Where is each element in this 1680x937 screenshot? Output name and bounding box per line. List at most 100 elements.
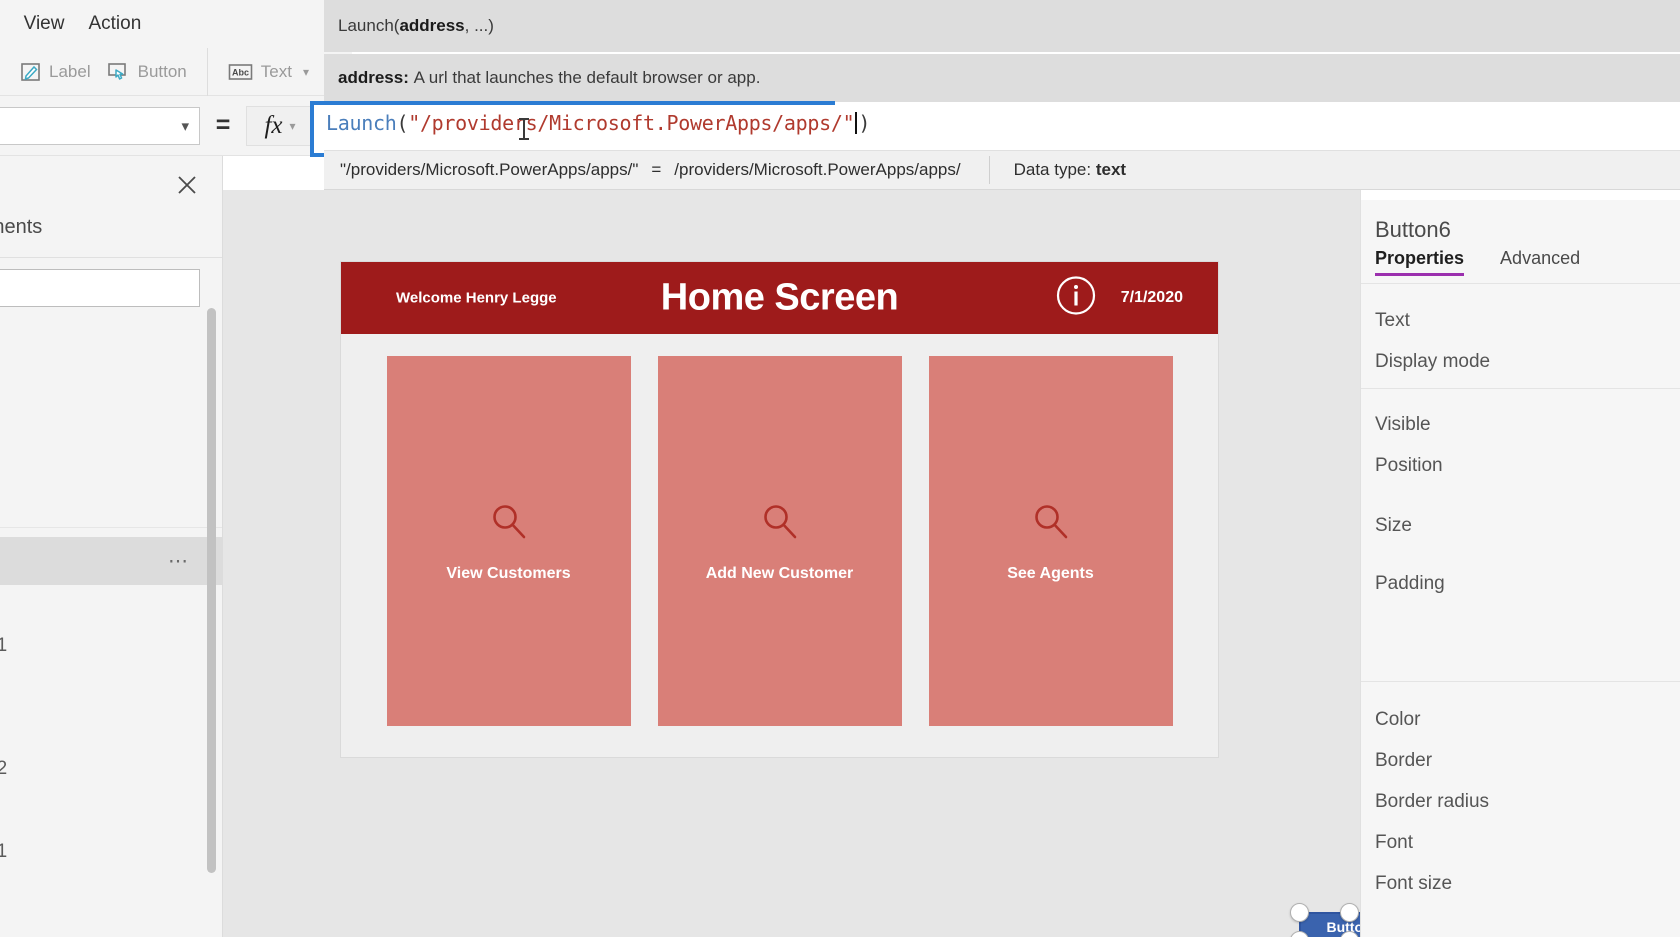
param-name: address: [338,68,409,87]
insert-label-text: Label [49,61,91,81]
property-row-text[interactable]: Text [1375,310,1410,332]
insert-text-button[interactable]: Abc Text ▾ [220,53,317,91]
tree-item[interactable]: _1 [0,631,222,661]
insert-button-button[interactable]: Button [99,53,195,91]
formula-input[interactable]: Launch("/providers/Microsoft.PowerApps/a… [314,105,870,153]
tree-item[interactable]: _1 [0,837,222,867]
property-row-color[interactable]: Color [1375,709,1420,731]
card-row: View Customers Add New Customer See Agen… [341,334,1218,757]
divider [0,527,222,528]
close-icon[interactable] [174,172,200,198]
selected-control-name: Button6 [1375,217,1451,242]
tree-item-label: _2 [0,758,7,780]
property-row-visible[interactable]: Visible [1375,414,1431,436]
property-dropdown[interactable]: ▾ [0,106,200,145]
text-abc-icon: Abc [228,62,254,82]
property-row-border-radius[interactable]: Border radius [1375,791,1489,813]
card-label: See Agents [1007,564,1094,582]
ribbon-group-controls: Label Button [0,48,207,96]
formula-open-paren: ( [396,111,409,135]
formula-signature-tooltip: Launch(address, ...) [324,0,1680,52]
card-label: View Customers [446,564,571,582]
formula-function-token: Launch [326,111,397,135]
menu-item-action[interactable]: Action [76,0,153,48]
scrollbar-thumb[interactable] [207,308,216,873]
property-row-padding[interactable]: Padding [1375,573,1445,595]
svg-text:Abc: Abc [232,67,249,77]
app-screen-preview: Welcome Henry Legge Home Screen 7/1/2020 [341,262,1218,757]
data-type-label: Data type: [1013,160,1092,179]
panel-top-spacer [1361,190,1680,200]
label-icon [20,61,42,83]
menu-item-view[interactable]: View [12,0,77,48]
search-icon [1029,500,1073,549]
divider [1361,388,1680,389]
tree-item-label: _1 [0,841,7,863]
search-input[interactable] [0,269,200,307]
insert-text-label: Text [260,61,292,81]
powerapps-studio-window: rt View Action Label [0,0,1680,937]
button-icon [107,61,131,83]
property-row-border[interactable]: Border [1375,750,1432,772]
resize-handle-top-left[interactable] [1290,903,1309,922]
fx-label: fx [264,111,283,139]
formula-result-expression-group: "/providers/Microsoft.PowerApps/apps/" =… [324,160,961,180]
result-value: /providers/Microsoft.PowerApps/apps/ [674,160,961,179]
ribbon-toolbar: Label Button Abc Text ▾ [0,47,352,96]
data-type-group: Data type: text [990,160,1126,180]
equals-sign: = [215,111,231,139]
result-equals: = [651,160,662,179]
property-bar: ▾ = fx ▾ [0,96,352,156]
tree-item[interactable]: n [0,478,222,508]
panel-title: nponents [0,216,43,238]
tree-item-label: _1 [0,635,7,657]
more-options-icon[interactable]: ⋯ [168,549,191,574]
formula-bar[interactable]: Launch("/providers/Microsoft.PowerApps/a… [310,101,870,157]
insert-label-button[interactable]: Label [12,53,99,91]
property-row-font-size[interactable]: Font size [1375,873,1452,895]
chevron-down-icon[interactable]: ▾ [303,65,309,79]
signature-prefix: Launch( [338,16,400,35]
app-header-bar: Welcome Henry Legge Home Screen 7/1/2020 [341,262,1218,334]
fx-button[interactable]: fx ▾ [246,105,314,146]
signature-param: address [399,16,465,35]
insert-button-text: Button [137,61,187,81]
param-description: A url that launches the default browser … [413,68,761,87]
result-expression: "/providers/Microsoft.PowerApps/apps/" [340,160,639,179]
card-add-new-customer[interactable]: Add New Customer [657,356,902,726]
property-row-position[interactable]: Position [1375,455,1443,477]
data-type-value: text [1095,160,1127,179]
tree-item-selected[interactable]: ⋯ [0,537,222,585]
tab-properties[interactable]: Properties [1375,248,1465,276]
properties-panel-tabs: Properties Advanced [1375,248,1580,276]
formula-close-paren: ) [858,111,871,135]
formula-result-bar: "/providers/Microsoft.PowerApps/apps/" =… [324,150,1680,190]
menu-bar: rt View Action [0,0,352,48]
date-label: 7/1/2020 [1120,289,1183,306]
chevron-down-icon: ▾ [289,118,296,133]
search-icon [487,500,531,549]
app-canvas-area: Welcome Henry Legge Home Screen 7/1/2020 [223,190,1409,937]
tree-view-panel: nponents n ⋯ _1 _2 _1 1 le1_1 [0,156,223,937]
tab-advanced[interactable]: Advanced [1500,248,1580,276]
card-label: Add New Customer [705,564,854,582]
info-circle-icon[interactable] [1055,275,1097,322]
divider [0,257,222,258]
card-view-customers[interactable]: View Customers [386,356,631,726]
formula-string-token: "/providers/Microsoft.PowerApps/apps/" [408,111,855,135]
tree-item[interactable]: _2 [0,754,222,784]
chevron-down-icon: ▾ [181,117,189,135]
property-row-font[interactable]: Font [1375,832,1413,854]
search-icon [758,500,802,549]
divider [1361,283,1680,284]
ribbon-group-text: Abc Text ▾ [206,47,329,96]
formula-param-description: address: A url that launches the default… [324,54,1680,102]
card-see-agents[interactable]: See Agents [928,356,1173,726]
signature-suffix: , ...) [464,16,494,35]
property-row-size[interactable]: Size [1375,515,1412,537]
resize-handle-top-center[interactable] [1340,903,1359,922]
menu-item-insert[interactable]: rt [0,0,12,48]
divider [1361,681,1680,682]
properties-panel: Button6 Properties Advanced Text Display… [1360,190,1680,937]
property-row-display-mode[interactable]: Display mode [1375,351,1490,373]
